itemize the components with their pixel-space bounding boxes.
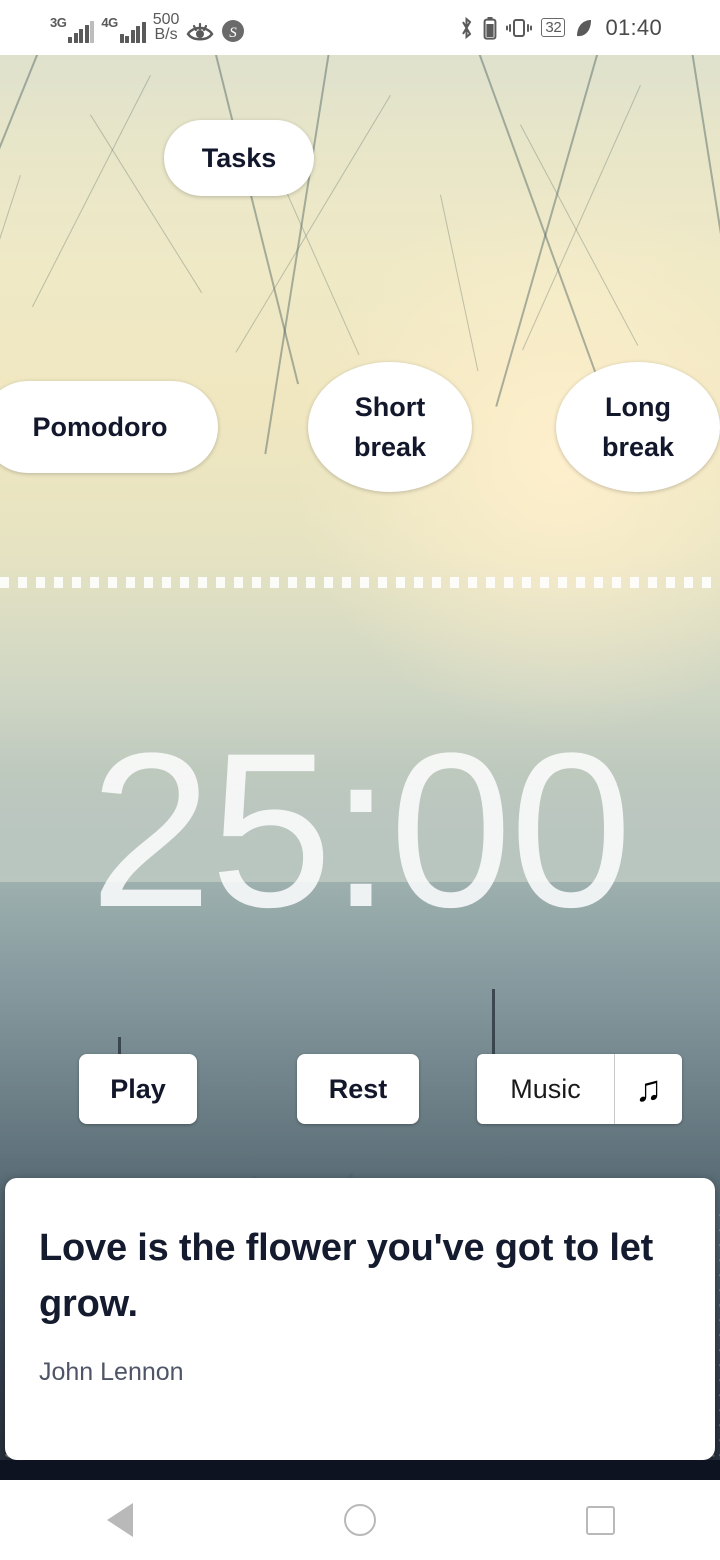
short-break-line2: break [353,432,427,462]
music-note-icon[interactable]: ♫ [614,1054,682,1124]
vibrate-icon [506,16,533,40]
nav-back-button[interactable] [60,1480,180,1560]
quote-text: Love is the flower you've got to let gro… [39,1227,654,1325]
battery-percent-label: 32 [541,18,566,37]
leaf-icon [574,16,594,40]
status-bar: 3G 4G 500 B/s S 32 01:40 [0,0,720,55]
quote-card: Love is the flower you've got to let gro… [5,1178,715,1460]
signal-4g-indicator: 4G [101,15,146,43]
data-rate-value: 500 [152,11,180,28]
status-bar-right: 32 01:40 [459,15,662,41]
short-break-line1: Short [354,392,426,422]
app-content: Tasks Pomodoro Short break Long break 25… [0,55,720,1480]
battery-icon [483,16,497,40]
music-button[interactable]: Music ♫ [477,1054,682,1124]
mode-button-long-break[interactable]: Long break [556,362,720,492]
back-triangle-icon [107,1503,133,1537]
long-break-line1: Long [605,392,671,422]
android-nav-bar [0,1480,720,1560]
play-button[interactable]: Play [79,1054,197,1124]
signal-bars-icon-2 [119,21,146,43]
svg-text:S: S [230,25,238,41]
data-rate-unit: B/s [154,26,178,43]
railway-pole [492,989,495,1062]
home-circle-icon [344,1504,376,1536]
rest-button[interactable]: Rest [297,1054,419,1124]
eye-icon [186,21,214,43]
tasks-button[interactable]: Tasks [164,120,314,196]
bottom-dark-strip [0,1460,720,1480]
long-break-line2: break [601,432,675,462]
s-circle-icon: S [221,19,245,43]
signal-bars-icon-1 [68,21,95,43]
mode-button-short-break[interactable]: Short break [308,362,472,492]
dashed-divider [0,577,720,588]
status-bar-left: 3G 4G 500 B/s S [50,12,245,43]
status-bar-clock: 01:40 [605,14,662,40]
signal-3g-indicator: 3G [50,15,95,43]
bluetooth-icon [459,16,474,40]
nav-recents-button[interactable] [540,1480,660,1560]
timer-display: 25:00 [89,707,633,953]
network-type-label-1: 3G [50,15,67,30]
quote-author: John Lennon [39,1358,184,1386]
music-button-label: Music [510,1073,581,1104]
short-break-label: Short break [354,387,426,467]
mode-button-pomodoro[interactable]: Pomodoro [0,381,218,473]
data-rate-indicator: 500 B/s [152,11,180,43]
recents-square-icon [585,1505,615,1535]
long-break-label: Long break [602,387,674,467]
network-type-label-2: 4G [101,15,118,30]
nav-home-button[interactable] [300,1480,420,1560]
